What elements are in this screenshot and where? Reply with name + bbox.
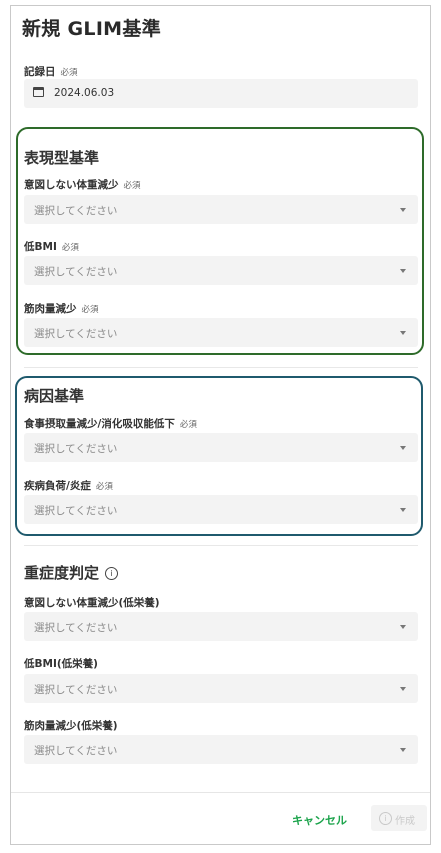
phenotypic-title: 表現型基準: [24, 149, 100, 167]
weight-loss-label: 意図しない体重減少 必須: [24, 179, 141, 191]
cancel-button[interactable]: キャンセル: [292, 812, 347, 828]
severity-low-bmi-label: 低BMI(低栄養): [24, 658, 98, 670]
record-date-label: 記録日 必須: [24, 66, 78, 78]
intake-reduction-label: 食事摂取量減少/消化吸収能低下 必須: [24, 418, 197, 430]
required-tag: 必須: [95, 482, 113, 492]
chevron-down-icon: [400, 331, 406, 335]
required-tag: 必須: [61, 243, 79, 253]
required-tag: 必須: [81, 305, 99, 315]
create-button[interactable]: i 作成: [371, 805, 427, 831]
dialog-title: 新規 GLIM基準: [22, 18, 161, 40]
chevron-down-icon: [400, 748, 406, 752]
severity-weight-loss-select[interactable]: 選択してください: [24, 612, 418, 641]
disease-burden-select[interactable]: 選択してください: [24, 495, 418, 524]
chevron-down-icon: [400, 269, 406, 273]
muscle-loss-select[interactable]: 選択してください: [24, 318, 418, 347]
record-date-field[interactable]: 2024.06.03: [24, 79, 418, 108]
required-tag: 必須: [179, 420, 197, 430]
severity-title: 重症度判定 i: [24, 562, 119, 583]
chevron-down-icon: [400, 687, 406, 691]
low-bmi-select[interactable]: 選択してください: [24, 256, 418, 285]
section-divider: [24, 367, 418, 368]
info-icon[interactable]: i: [105, 567, 119, 580]
info-icon: i: [379, 812, 392, 825]
intake-reduction-select[interactable]: 選択してください: [24, 433, 418, 462]
muscle-loss-label: 筋肉量減少 必須: [24, 303, 99, 315]
severity-weight-loss-label: 意図しない体重減少(低栄養): [24, 597, 160, 609]
severity-muscle-loss-label: 筋肉量減少(低栄養): [24, 720, 118, 732]
record-date-value: 2024.06.03: [54, 87, 115, 99]
required-tag: 必須: [123, 181, 141, 191]
etiologic-title: 病因基準: [24, 387, 85, 405]
section-divider: [24, 545, 418, 546]
severity-low-bmi-select[interactable]: 選択してください: [24, 674, 418, 703]
weight-loss-select[interactable]: 選択してください: [24, 195, 418, 224]
disease-burden-label: 疾病負荷/炎症 必須: [24, 480, 113, 492]
chevron-down-icon: [400, 208, 406, 212]
chevron-down-icon: [400, 508, 406, 512]
calendar-icon: [33, 87, 44, 97]
footer-divider: [11, 792, 430, 793]
severity-muscle-loss-select[interactable]: 選択してください: [24, 735, 418, 764]
low-bmi-label: 低BMI 必須: [24, 241, 79, 253]
chevron-down-icon: [400, 446, 406, 450]
required-tag: 必須: [60, 68, 78, 78]
chevron-down-icon: [400, 625, 406, 629]
